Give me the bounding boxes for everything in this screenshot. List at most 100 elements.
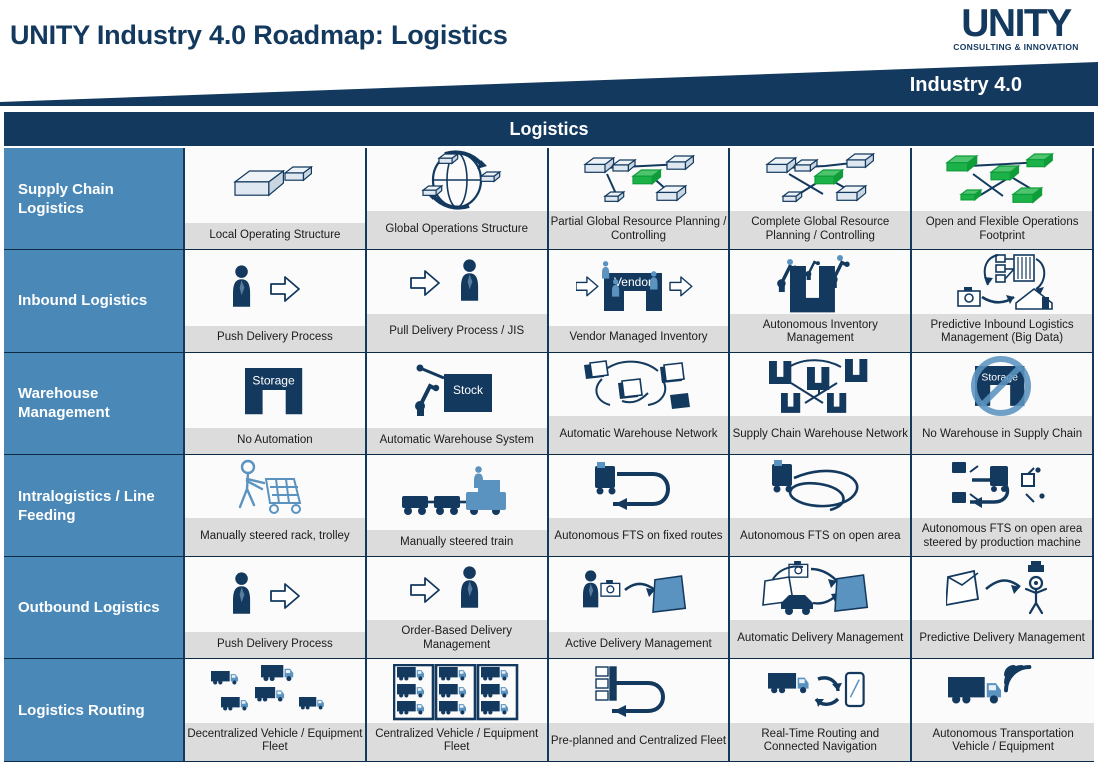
section-title: Logistics (509, 118, 589, 139)
maturity-cell-r6-c1[interactable]: Decentralized Vehicle / Equipment Fleet (185, 659, 367, 762)
maturity-cell-r4-c2[interactable]: Manually steered train (366, 454, 549, 558)
cell-caption: Autonomous FTS on fixed routes (548, 518, 729, 557)
category-label-text: Outbound Logistics (18, 599, 160, 617)
roadmap-grid: Supply Chain Logistics Local Operating St… (4, 148, 1094, 762)
maturity-cell-r5-c4[interactable]: Automatic Delivery Management (730, 557, 913, 660)
cell-caption: Push Delivery Process (185, 632, 365, 659)
cell-caption: Manually steered train (366, 530, 547, 557)
tugger-train-icon (367, 455, 547, 530)
cell-caption: Push Delivery Process (185, 325, 365, 352)
cell-caption: Centralized Vehicle / Equipment Fleet (366, 722, 547, 761)
maturity-cell-r5-c5[interactable]: Predictive Delivery Management (912, 557, 1094, 660)
cell-caption: Open and Flexible Operations Footprint (912, 211, 1092, 250)
no-storage-prohibited-icon: Storage (912, 353, 1092, 416)
person-arrow-right-icon (185, 250, 365, 325)
category-label-text: Supply Chain Logistics (18, 180, 114, 217)
cell-caption: Autonomous FTS on open area (730, 518, 911, 557)
maturity-cell-r3-c2[interactable]: Stock Automatic Warehouse System (366, 352, 549, 455)
svg-text:Vendor: Vendor (614, 275, 652, 289)
maturity-level-label: Industry 4.0 (909, 74, 1022, 96)
maturity-cell-r2-c5[interactable]: Predictive Inbound Logistics Management … (912, 250, 1094, 353)
warehouse-network-icon (549, 353, 729, 416)
category-label-text: Inbound Logistics (18, 292, 148, 310)
grouped-trucks-icon (367, 659, 547, 722)
maturity-cell-r1-c2[interactable]: Global Operations Structure (366, 148, 549, 251)
agv-machine-steered-icon (912, 455, 1092, 518)
maturity-cell-r3-c4[interactable]: Supply Chain Warehouse Network (730, 352, 913, 455)
maturity-cell-r4-c4[interactable]: Autonomous FTS on open area (730, 454, 913, 558)
truck-smartphone-icon (730, 659, 910, 722)
page-title: UNITY Industry 4.0 Roadmap: Logistics (10, 20, 508, 50)
cell-caption: Automatic Delivery Management (730, 620, 911, 659)
agv-fixed-route-icon (549, 455, 729, 518)
maturity-cell-r2-c4[interactable]: Autonomous Inventory Management (730, 250, 913, 353)
cell-caption: No Automation (185, 427, 365, 454)
arrow-right-person-icon (367, 250, 547, 313)
category-label-row-2: Inbound Logistics (4, 250, 185, 353)
person-package-delivery-icon (549, 557, 729, 632)
vendor-warehouse-icon: Vendor (549, 250, 729, 325)
cell-caption: Supply Chain Warehouse Network (730, 415, 911, 454)
maturity-cell-r4-c5[interactable]: Autonomous FTS on open area steered by p… (912, 454, 1094, 558)
maturity-cell-r5-c2[interactable]: Order-Based Delivery Management (366, 557, 549, 660)
scattered-trucks-icon (185, 659, 365, 722)
maturity-cell-r6-c2[interactable]: Centralized Vehicle / Equipment Fleet (366, 659, 549, 762)
category-label-row-1: Supply Chain Logistics (4, 148, 185, 251)
section-title-bar: Logistics (4, 112, 1094, 146)
maturity-cell-r2-c1[interactable]: Push Delivery Process (185, 250, 367, 353)
single-server-box-icon (185, 148, 365, 223)
predictive-data-flow-icon (912, 250, 1092, 313)
category-label-text: Intralogistics / Line Feeding (18, 487, 155, 524)
cell-caption: Complete Global Resource Planning / Cont… (730, 211, 911, 250)
cell-caption: Pull Delivery Process / JIS (366, 313, 547, 352)
category-label-row-4: Intralogistics / Line Feeding (4, 454, 185, 558)
storage-building-icon: Storage (185, 353, 365, 428)
maturity-cell-r3-c5[interactable]: Storage No Warehouse in Supply Chain (912, 352, 1094, 455)
preplanned-route-icon (549, 659, 729, 722)
maturity-cell-r5-c1[interactable]: Push Delivery Process (185, 557, 367, 660)
logo-wordmark: UNITY (961, 2, 1072, 45)
partial-server-network-icon (549, 148, 729, 211)
maturity-cell-r2-c2[interactable]: Pull Delivery Process / JIS (366, 250, 549, 353)
cell-caption: Autonomous Transportation Vehicle / Equi… (912, 722, 1094, 761)
maturity-cell-r1-c4[interactable]: Complete Global Resource Planning / Cont… (730, 148, 913, 251)
maturity-cell-r4-c1[interactable]: Manually steered rack, trolley (185, 454, 367, 558)
green-server-network-icon (912, 148, 1092, 211)
maturity-cell-r1-c1[interactable]: Local Operating Structure (185, 148, 367, 251)
maturity-cell-r3-c3[interactable]: Automatic Warehouse Network (548, 352, 731, 455)
person-arrow-right-icon (185, 557, 365, 632)
cell-caption: Predictive Delivery Management (912, 620, 1092, 659)
maturity-cell-r1-c5[interactable]: Open and Flexible Operations Footprint (912, 148, 1094, 251)
cell-caption: Real-Time Routing and Connected Navigati… (730, 722, 911, 761)
automatic-delivery-icon (730, 557, 910, 620)
maturity-cell-r3-c1[interactable]: Storage No Automation (185, 352, 367, 455)
maturity-cell-r5-c3[interactable]: Active Delivery Management (548, 557, 731, 660)
cell-caption: No Warehouse in Supply Chain (912, 415, 1092, 454)
maturity-cell-r6-c5[interactable]: Autonomous Transportation Vehicle / Equi… (912, 659, 1094, 762)
cell-caption: Pre-planned and Centralized Fleet (548, 722, 729, 761)
maturity-cell-r2-c3[interactable]: Vendor Vendor Managed Inventory (548, 250, 731, 353)
robot-warehouse-icon (730, 250, 910, 313)
cell-caption: Predictive Inbound Logistics Management … (912, 313, 1092, 352)
category-label-row-5: Outbound Logistics (4, 557, 185, 660)
complete-server-network-icon (730, 148, 910, 211)
category-label-text: Logistics Routing (18, 701, 145, 719)
agv-open-area-icon (730, 455, 910, 518)
cell-caption: Partial Global Resource Planning / Contr… (548, 211, 729, 250)
cell-caption: Automatic Warehouse System (366, 427, 547, 454)
arrow-right-person-icon (367, 557, 547, 620)
person-pushing-trolley-icon (185, 455, 365, 518)
cell-caption: Manually steered rack, trolley (185, 518, 365, 557)
cell-caption: Automatic Warehouse Network (548, 415, 729, 454)
maturity-cell-r6-c3[interactable]: Pre-planned and Centralized Fleet (548, 659, 731, 762)
category-label-text: Warehouse Management (18, 385, 110, 422)
svg-text:Stock: Stock (453, 383, 484, 397)
maturity-cell-r4-c3[interactable]: Autonomous FTS on fixed routes (548, 454, 731, 558)
svg-text:Storage: Storage (252, 373, 295, 387)
maturity-cell-r1-c3[interactable]: Partial Global Resource Planning / Contr… (548, 148, 731, 251)
maturity-cell-r6-c4[interactable]: Real-Time Routing and Connected Navigati… (730, 659, 913, 762)
category-label-row-6: Logistics Routing (4, 659, 185, 762)
cell-caption: Vendor Managed Inventory (548, 325, 729, 352)
page-header: UNITY Industry 4.0 Roadmap: Logistics UN… (0, 0, 1098, 110)
cell-caption: Active Delivery Management (548, 632, 729, 659)
